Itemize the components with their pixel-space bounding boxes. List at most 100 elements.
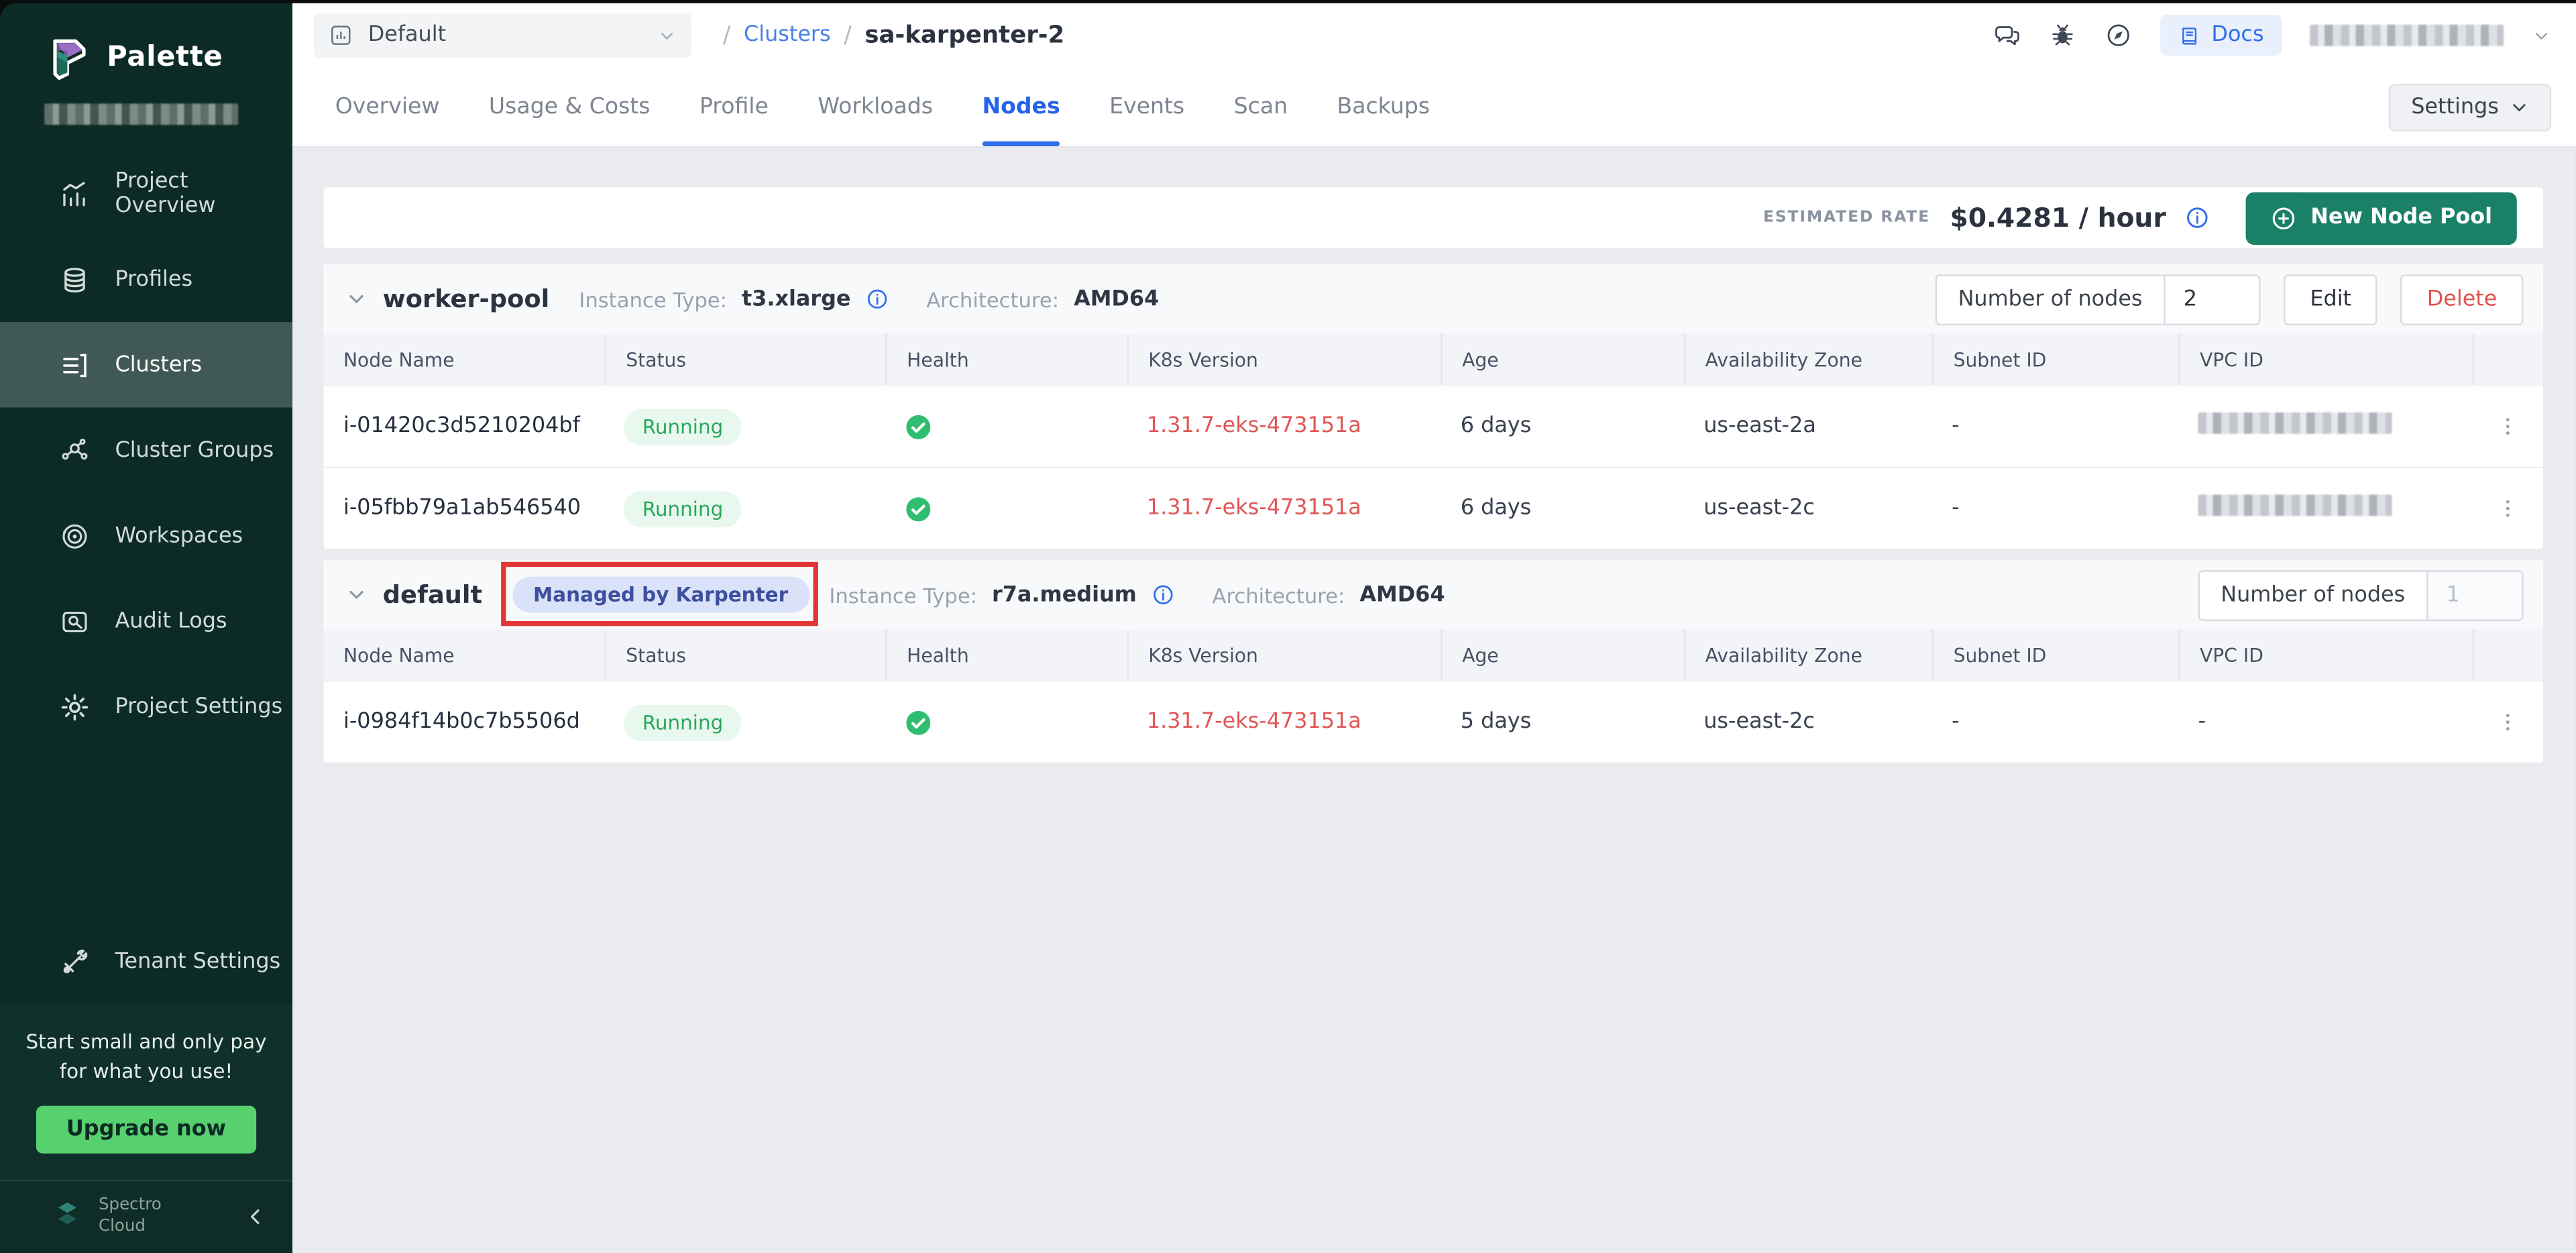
- book-icon: [2178, 24, 2201, 47]
- tab-backups[interactable]: Backups: [1337, 67, 1430, 146]
- architecture-label: Architecture:: [926, 286, 1059, 311]
- collapse-sidebar-button[interactable]: [245, 1205, 266, 1227]
- availability-zone-cell: us-east-2a: [1684, 414, 1932, 439]
- collapse-pool-icon[interactable]: [345, 584, 368, 606]
- vpc-id-cell: [2178, 494, 2472, 523]
- estimated-rate-label: ESTIMATED RATE: [1763, 209, 1930, 227]
- sidebar-item-workspaces[interactable]: Workspaces: [0, 493, 292, 578]
- delete-pool-button[interactable]: Delete: [2401, 274, 2524, 325]
- info-icon[interactable]: [1152, 584, 1174, 606]
- row-actions-cell: [2473, 496, 2543, 521]
- column-header-actions: [2473, 333, 2543, 384]
- tools-icon: [59, 946, 91, 977]
- help-compass-icon[interactable]: [2105, 21, 2133, 50]
- docs-label: Docs: [2211, 23, 2263, 48]
- node-pool-worker-pool: worker-poolInstance Type:t3.xlargeArchit…: [324, 264, 2543, 549]
- column-header-subnet-id: Subnet ID: [1932, 629, 2178, 680]
- upgrade-now-button[interactable]: Upgrade now: [37, 1106, 256, 1154]
- subnet-id-cell: -: [1932, 496, 2178, 521]
- sidebar-item-label: Tenant Settings: [115, 949, 280, 974]
- collapse-pool-icon[interactable]: [345, 288, 368, 311]
- column-header-age: Age: [1441, 333, 1684, 384]
- tab-scan[interactable]: Scan: [1234, 67, 1288, 146]
- gear-icon: [59, 691, 91, 722]
- row-menu-icon[interactable]: [2496, 414, 2520, 439]
- info-icon[interactable]: [866, 288, 889, 311]
- healthy-icon: [905, 413, 1127, 439]
- promo-line-1: Start small and only pay: [16, 1029, 276, 1058]
- number-of-nodes-value: 1: [2426, 571, 2522, 618]
- healthy-icon: [905, 709, 1127, 735]
- pool-header: defaultManaged by KarpenterInstance Type…: [324, 560, 2543, 629]
- redacted-project-name: [44, 103, 238, 125]
- status-badge: Running: [624, 704, 741, 741]
- sidebar-item-audit-logs[interactable]: Audit Logs: [0, 578, 292, 663]
- availability-zone-cell: us-east-2c: [1684, 496, 1932, 521]
- top-bar: Default / Clusters / sa-karpenter-2: [292, 3, 2576, 68]
- sidebar-item-label: Cluster Groups: [115, 438, 274, 463]
- sidebar-item-cluster-groups[interactable]: Cluster Groups: [0, 408, 292, 493]
- number-of-nodes-label: Number of nodes: [2199, 571, 2426, 618]
- tab-profile[interactable]: Profile: [699, 67, 769, 146]
- number-of-nodes-value[interactable]: 2: [2164, 275, 2259, 323]
- row-menu-icon[interactable]: [2496, 496, 2520, 521]
- nodes-content: ESTIMATED RATE $0.4281 / hour New Node P…: [292, 148, 2576, 1253]
- sidebar-item-clusters[interactable]: Clusters: [0, 322, 292, 407]
- chat-icon[interactable]: [1993, 21, 2021, 50]
- redacted-vpc-id: [2198, 413, 2392, 434]
- breadcrumb-separator: /: [723, 22, 731, 48]
- tab-workloads[interactable]: Workloads: [818, 67, 933, 146]
- healthy-icon: [905, 496, 1127, 522]
- k8s-version-cell: 1.31.7-eks-473151a: [1127, 496, 1441, 521]
- tab-overview[interactable]: Overview: [335, 67, 440, 146]
- redacted-vpc-id: [2198, 494, 2392, 516]
- table-header-row: Node NameStatusHealthK8s VersionAgeAvail…: [324, 333, 2543, 384]
- node-name-cell: i-05fbb79a1ab546540: [324, 496, 605, 521]
- promo-banner: Start small and only pay for what you us…: [0, 1004, 292, 1180]
- tab-usage-costs[interactable]: Usage & Costs: [489, 67, 651, 146]
- new-node-pool-label: New Node Pool: [2310, 205, 2492, 230]
- tab-nodes[interactable]: Nodes: [982, 67, 1060, 146]
- table-row: i-0984f14b0c7b5506dRunning1.31.7-eks-473…: [324, 680, 2543, 762]
- sidebar-item-project-overview[interactable]: Project Overview: [0, 151, 292, 236]
- bug-report-icon[interactable]: [2049, 21, 2077, 50]
- pool-header-actions: Number of nodes2EditDelete: [1935, 274, 2523, 325]
- info-icon[interactable]: [2186, 205, 2210, 230]
- sidebar-item-tenant-settings[interactable]: Tenant Settings: [0, 919, 292, 1004]
- rate-toolbar: ESTIMATED RATE $0.4281 / hour New Node P…: [324, 187, 2543, 248]
- row-menu-icon[interactable]: [2496, 710, 2520, 734]
- column-header-node-name: Node Name: [324, 629, 605, 680]
- project-selector[interactable]: Default: [314, 13, 691, 58]
- project-selector-value: Default: [368, 23, 446, 48]
- subnet-id-cell: -: [1932, 710, 2178, 734]
- column-header-vpc-id: VPC ID: [2178, 333, 2472, 384]
- docs-button[interactable]: Docs: [2160, 15, 2282, 56]
- edit-pool-button[interactable]: Edit: [2284, 274, 2377, 325]
- number-of-nodes-field: Number of nodes1: [2198, 569, 2524, 620]
- cluster-tab-row: Overview Usage & Costs Profile Workloads Nod…: [292, 67, 2576, 148]
- pool-header-actions: Number of nodes1: [2198, 569, 2524, 620]
- node-name-cell: i-0984f14b0c7b5506d: [324, 710, 605, 734]
- age-cell: 6 days: [1441, 496, 1684, 521]
- new-node-pool-button[interactable]: New Node Pool: [2247, 191, 2517, 243]
- sidebar-footer: Spectro Cloud: [0, 1180, 292, 1253]
- tab-events[interactable]: Events: [1109, 67, 1184, 146]
- column-header-availability-zone: Availability Zone: [1684, 629, 1932, 680]
- table-row: i-05fbb79a1ab546540Running1.31.7-eks-473…: [324, 467, 2543, 549]
- vpc-id-cell: [2178, 413, 2472, 441]
- chevron-down-icon: [657, 25, 677, 45]
- top-actions: Docs: [1993, 15, 2552, 56]
- pool-name: default: [383, 580, 482, 610]
- column-header-availability-zone: Availability Zone: [1684, 333, 1932, 384]
- subnet-id-cell: -: [1932, 414, 2178, 439]
- sidebar-item-profiles[interactable]: Profiles: [0, 237, 292, 322]
- chevron-down-icon[interactable]: [2532, 25, 2551, 45]
- breadcrumb-clusters-link[interactable]: Clusters: [744, 23, 831, 48]
- age-cell: 5 days: [1441, 710, 1684, 734]
- breadcrumb-separator: /: [844, 22, 852, 48]
- redacted-username[interactable]: [2310, 25, 2504, 46]
- settings-button[interactable]: Settings: [2388, 83, 2551, 131]
- sidebar-item-project-settings[interactable]: Project Settings: [0, 664, 292, 749]
- vpc-id-cell: -: [2178, 710, 2472, 734]
- column-header-actions: [2473, 629, 2543, 680]
